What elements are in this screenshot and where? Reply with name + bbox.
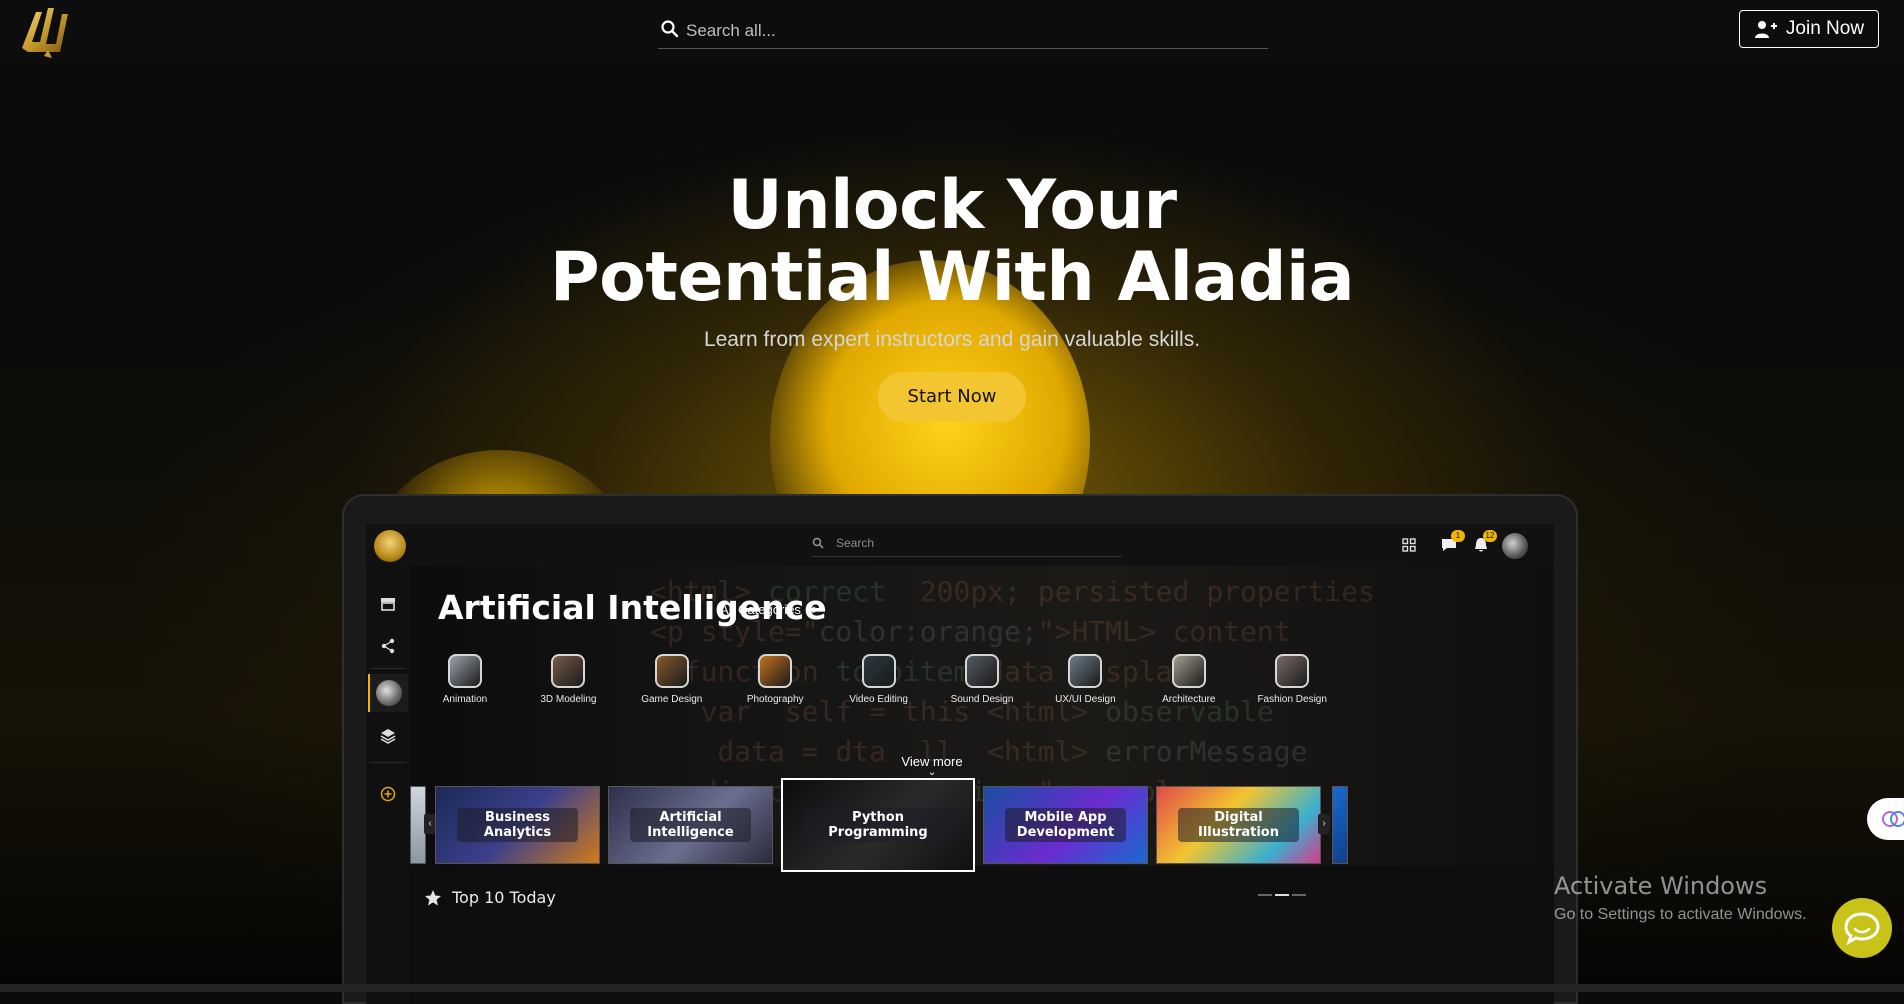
- carousel-dot: [1292, 894, 1306, 896]
- brain-icon: [1882, 811, 1904, 827]
- category-label: Architecture: [1162, 694, 1216, 705]
- category-thumbnail: [654, 654, 689, 688]
- join-now-label: Join Now: [1785, 18, 1865, 39]
- layers-icon: [380, 729, 396, 744]
- hero-subtitle: Learn from expert instructors and gain v…: [703, 328, 1201, 351]
- category-label: Photography: [746, 694, 804, 705]
- category-item[interactable]: Architecture: [1134, 654, 1244, 705]
- category-card-label: Mobile App Development: [1005, 808, 1126, 842]
- category-card[interactable]: Mobile App Development: [983, 786, 1148, 864]
- category-item[interactable]: 3D Modeling: [513, 654, 623, 705]
- start-now-button[interactable]: Start Now: [877, 372, 1027, 422]
- category-label: 3D Modeling: [540, 694, 597, 705]
- carousel-dot: [1258, 894, 1272, 896]
- category-label: Fashion Design: [1257, 694, 1327, 705]
- global-search[interactable]: [658, 14, 1268, 49]
- activate-windows-watermark: Activate Windows Go to Settings to activ…: [1554, 872, 1807, 924]
- category-card-label: Business Analytics: [457, 808, 578, 842]
- category-thumbnail: [551, 654, 586, 688]
- add-circle-icon: [380, 786, 396, 802]
- avatar: [376, 680, 402, 706]
- category-item[interactable]: Photography: [720, 654, 830, 705]
- search-input[interactable]: [684, 16, 1248, 46]
- preview-logo: [374, 530, 406, 562]
- chevron-right-icon: ›: [1318, 814, 1330, 834]
- category-card[interactable]: Business Analytics: [435, 786, 600, 864]
- hero-section: Unlock Your Potential With Aladia Learn …: [0, 170, 1904, 422]
- category-card[interactable]: Python Programming: [781, 778, 975, 872]
- category-thumbnail: [1171, 654, 1206, 688]
- top-10-label: Top 10 Today: [452, 888, 556, 907]
- top-navbar: Join Now: [0, 0, 1904, 64]
- add-user-icon: [1754, 21, 1777, 38]
- messages-badge: 1: [1451, 530, 1465, 542]
- category-card-label: Python Programming: [803, 808, 953, 842]
- category-item[interactable]: Fashion Design: [1237, 654, 1347, 705]
- category-card[interactable]: Digital Illustration: [1156, 786, 1321, 864]
- grid-icon: [1402, 538, 1416, 552]
- category-thumbnail: [965, 654, 999, 688]
- hero-title-line1: Unlock Your: [727, 166, 1177, 245]
- preview-sidebar: [366, 566, 410, 1004]
- preview-search-placeholder: Search: [836, 536, 875, 550]
- category-label: UX/UI Design: [1055, 694, 1116, 705]
- category-label: Sound Design: [950, 694, 1014, 705]
- category-label: Video Editing: [849, 694, 908, 705]
- hero-title: Unlock Your Potential With Aladia: [0, 170, 1904, 314]
- top-10-section-title: Top 10 Today: [424, 888, 556, 907]
- watermark-subtitle: Go to Settings to activate Windows.: [1554, 906, 1807, 923]
- category-item[interactable]: Sound Design: [927, 654, 1037, 705]
- sidebar-divider: [370, 668, 406, 669]
- category-thumbnail: [448, 654, 482, 688]
- sidebar-profile: [368, 674, 408, 712]
- star-icon: [425, 889, 441, 905]
- category-cards-strip: ‹ Digital Illustration Mobile App Develop…: [410, 772, 1554, 872]
- preview-topbar: Search 1 12: [366, 524, 1554, 566]
- category-label: Game Design: [641, 694, 703, 705]
- category-label: Animation: [442, 694, 488, 705]
- category-thumbnail: [1275, 654, 1310, 688]
- all-categories-label: All Categories: [720, 602, 801, 617]
- hero-title-line2: Potential With Aladia: [549, 238, 1355, 317]
- category-thumbnail: [758, 654, 793, 688]
- app-preview-laptop: Search 1 12 <html> correct 200px; persis…: [342, 494, 1578, 1004]
- category-card[interactable]: Artificial Intelligence: [608, 786, 773, 864]
- share-icon: [381, 638, 395, 654]
- preview-avatar: [1502, 533, 1528, 559]
- messages-icon: 1: [1440, 530, 1465, 554]
- watermark-title: Activate Windows: [1554, 872, 1768, 900]
- card-partial-right: [1332, 786, 1348, 864]
- category-item[interactable]: UX/UI Design: [1030, 654, 1140, 705]
- notifications-badge: 12: [1483, 530, 1497, 542]
- search-icon: [812, 537, 824, 549]
- search-icon: [661, 20, 679, 38]
- carousel-indicator: [1258, 894, 1306, 896]
- sidebar-divider: [370, 762, 406, 763]
- category-icons-row: Animation 3D Modeling Game Design Photograp…: [410, 654, 1554, 734]
- carousel-dot-active: [1275, 894, 1289, 896]
- preview-search: Search: [812, 532, 1122, 557]
- chat-button[interactable]: [1832, 898, 1892, 958]
- bell-icon: 12: [1472, 530, 1497, 554]
- aladia-logo[interactable]: [18, 4, 74, 60]
- category-thumbnail: [861, 654, 896, 688]
- all-categories-link: All Categories >: [720, 602, 819, 617]
- chat-bubble-icon: [1844, 912, 1880, 945]
- category-item[interactable]: Video Editing: [824, 654, 934, 705]
- category-item[interactable]: Animation: [410, 654, 520, 705]
- bottom-scrollbar: [0, 984, 1904, 992]
- app-preview-screen: Search 1 12 <html> correct 200px; persis…: [366, 524, 1554, 1004]
- category-thumbnail: [1068, 654, 1103, 688]
- store-icon: [381, 598, 395, 611]
- category-card-label: Digital Illustration: [1178, 808, 1299, 842]
- assistant-tab[interactable]: [1867, 798, 1904, 840]
- join-now-button[interactable]: Join Now: [1739, 10, 1879, 48]
- category-item[interactable]: Game Design: [617, 654, 727, 705]
- chevron-right-icon: >: [811, 602, 820, 617]
- category-card-label: Artificial Intelligence: [630, 808, 751, 842]
